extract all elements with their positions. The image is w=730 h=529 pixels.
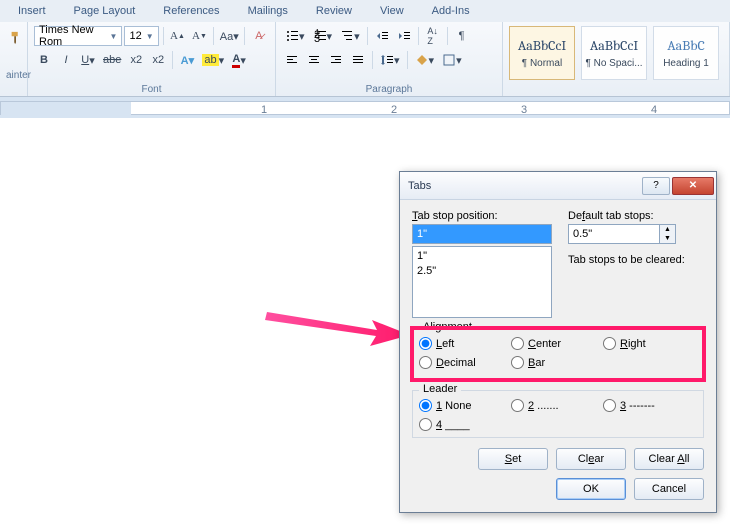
svg-text:2: 2	[391, 104, 397, 116]
paragraph-group-label: Paragraph	[276, 84, 502, 95]
leader-dots-radio[interactable]: 2 .......	[511, 399, 603, 412]
svg-text:3: 3	[314, 33, 320, 43]
underline-button[interactable]: U▾	[78, 50, 98, 70]
line-spacing-button[interactable]: ▾	[377, 50, 403, 70]
shading-button[interactable]: ▾	[412, 50, 438, 70]
ok-button[interactable]: OK	[556, 478, 626, 500]
align-center-radio[interactable]: Center	[511, 337, 603, 350]
strikethrough-button[interactable]: abe	[100, 50, 124, 70]
change-case-button[interactable]: Aa▾	[218, 26, 240, 46]
align-right-radio[interactable]: Right	[603, 337, 695, 350]
bold-button[interactable]: B	[34, 50, 54, 70]
tab-addins[interactable]: Add-Ins	[418, 1, 484, 21]
style-no-spacing[interactable]: AaBbCcI¶ No Spaci...	[581, 26, 647, 80]
font-name-combo[interactable]: Times New Rom▼	[34, 26, 122, 46]
leader-underline-radio[interactable]: 4 ____	[419, 418, 511, 431]
painter-label: ainter	[6, 70, 21, 81]
text-effects-button[interactable]: A▾	[177, 50, 197, 70]
clear-button[interactable]: Clear	[556, 448, 626, 470]
help-button[interactable]: ?	[642, 177, 670, 195]
list-item[interactable]: 1"	[417, 249, 547, 264]
grow-font-button[interactable]: A▲	[167, 26, 187, 46]
sort-button[interactable]: A↓Z	[423, 26, 443, 46]
alignment-fieldset: Alignment Left Center Right Decimal Bar	[412, 328, 704, 380]
align-decimal-radio[interactable]: Decimal	[419, 356, 511, 369]
subscript-button[interactable]: x2	[126, 50, 146, 70]
clear-formatting-button[interactable]: A̷	[249, 26, 269, 46]
close-button[interactable]: ✕	[672, 177, 714, 195]
default-tab-spinner[interactable]: ▲▼	[568, 224, 704, 244]
leader-dashes-radio[interactable]: 3 -------	[603, 399, 695, 412]
tab-stop-label: Tab stop position:	[412, 210, 552, 222]
align-bar-radio[interactable]: Bar	[511, 356, 603, 369]
align-left-radio[interactable]: Left	[419, 337, 511, 350]
highlight-button[interactable]: ab▾	[199, 50, 227, 70]
font-group: Times New Rom▼ 12▼ A▲ A▼ Aa▾ A̷ B I U▾ a…	[28, 22, 276, 96]
numbering-button[interactable]: 123▾	[310, 26, 336, 46]
tabs-dialog: Tabs ? ✕ Tab stop position: 1" 2.5" Defa…	[399, 171, 717, 513]
tab-page-layout[interactable]: Page Layout	[60, 1, 150, 21]
annotation-highlight	[410, 326, 706, 382]
show-marks-button[interactable]: ¶	[452, 26, 472, 46]
paragraph-group: ▾ 123▾ ▾ A↓Z ¶ ▾ ▾ ▾	[276, 22, 503, 96]
default-tab-input[interactable]	[568, 224, 660, 244]
ruler-area: 1 2 3 4	[0, 97, 730, 119]
chevron-down-icon: ▼	[110, 32, 118, 41]
multilevel-button[interactable]: ▾	[337, 26, 363, 46]
spin-down-icon[interactable]: ▼	[660, 234, 675, 243]
spin-up-icon[interactable]: ▲	[660, 225, 675, 234]
decrease-indent-button[interactable]	[372, 26, 392, 46]
cancel-button[interactable]: Cancel	[634, 478, 704, 500]
styles-group: AaBbCcI¶ Normal AaBbCcI¶ No Spaci... AaB…	[503, 22, 730, 96]
chevron-down-icon: ▼	[146, 32, 154, 41]
shrink-font-button[interactable]: A▼	[189, 26, 209, 46]
cleared-label: Tab stops to be cleared:	[568, 254, 704, 266]
svg-text:1: 1	[261, 104, 267, 116]
font-color-button[interactable]: A▾	[229, 50, 249, 70]
superscript-button[interactable]: x2	[148, 50, 168, 70]
tab-review[interactable]: Review	[302, 1, 366, 21]
style-heading-1[interactable]: AaBbCHeading 1	[653, 26, 719, 80]
set-button[interactable]: Set	[478, 448, 548, 470]
tab-stop-input[interactable]	[412, 224, 552, 244]
ribbon: Insert Page Layout References Mailings R…	[0, 0, 730, 97]
default-tab-label: Default tab stops:	[568, 210, 704, 222]
italic-button[interactable]: I	[56, 50, 76, 70]
dialog-titlebar[interactable]: Tabs ? ✕	[400, 172, 716, 200]
increase-indent-button[interactable]	[394, 26, 414, 46]
alignment-legend: Alignment	[419, 321, 476, 333]
borders-button[interactable]: ▾	[439, 50, 465, 70]
format-painter-button[interactable]	[6, 28, 26, 48]
ribbon-groups: ainter Times New Rom▼ 12▼ A▲ A▼ Aa▾ A̷ B…	[0, 22, 730, 96]
justify-button[interactable]	[348, 50, 368, 70]
ribbon-tabs: Insert Page Layout References Mailings R…	[0, 0, 730, 22]
tab-mailings[interactable]: Mailings	[234, 1, 302, 21]
style-normal[interactable]: AaBbCcI¶ Normal	[509, 26, 575, 80]
font-size-combo[interactable]: 12▼	[124, 26, 158, 46]
tab-references[interactable]: References	[149, 1, 233, 21]
svg-text:4: 4	[651, 104, 657, 116]
leader-fieldset: Leader 1 None 2 ....... 3 ------- 4 ____	[412, 390, 704, 438]
list-item[interactable]: 2.5"	[417, 264, 547, 279]
tab-stop-list[interactable]: 1" 2.5"	[412, 246, 552, 318]
dialog-title: Tabs	[408, 180, 640, 192]
bullets-button[interactable]: ▾	[282, 26, 308, 46]
align-center-button[interactable]	[304, 50, 324, 70]
clear-all-button[interactable]: Clear All	[634, 448, 704, 470]
clipboard-group: ainter	[0, 22, 28, 96]
tab-insert[interactable]: Insert	[4, 1, 60, 21]
leader-none-radio[interactable]: 1 None	[419, 399, 511, 412]
leader-legend: Leader	[419, 383, 461, 395]
font-group-label: Font	[28, 84, 275, 95]
ruler[interactable]: 1 2 3 4	[0, 101, 730, 115]
tab-view[interactable]: View	[366, 1, 418, 21]
align-left-button[interactable]	[282, 50, 302, 70]
svg-text:3: 3	[521, 104, 527, 116]
align-right-button[interactable]	[326, 50, 346, 70]
